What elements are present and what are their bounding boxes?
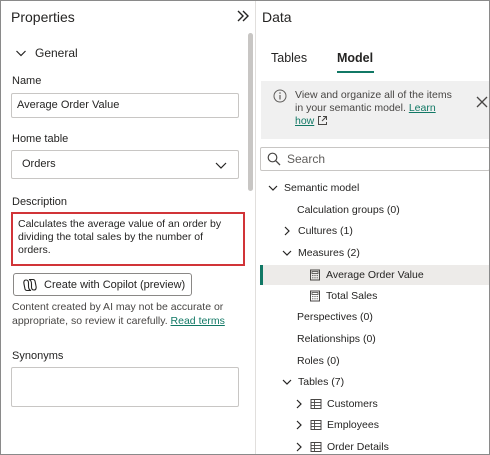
properties-pane: Properties General Name Average Order Va… xyxy=(1,1,256,454)
tree-label: Cultures (1) xyxy=(298,225,353,237)
home-table-dropdown[interactable]: Orders xyxy=(11,150,239,179)
general-section-label: General xyxy=(35,46,78,60)
home-table-value: Orders xyxy=(22,158,56,170)
tree-label: Order Details xyxy=(327,441,389,453)
tab-model[interactable]: Model xyxy=(337,51,373,65)
tree-node-table-customers[interactable]: Customers xyxy=(293,394,378,414)
tree-label: Average Order Value xyxy=(326,269,424,281)
tree-label: Relationships (0) xyxy=(297,333,376,345)
selected-row-indicator xyxy=(260,265,263,285)
table-icon xyxy=(310,420,322,430)
tree-node-measure-average-order-value[interactable]: Average Order Value xyxy=(261,265,489,285)
tree-node-calculation-groups[interactable]: Calculation groups (0) xyxy=(297,200,400,220)
tree-label: Roles (0) xyxy=(297,355,340,367)
chevron-down-icon xyxy=(268,185,278,191)
synonyms-textarea[interactable] xyxy=(11,367,239,407)
tab-selected-indicator xyxy=(337,71,374,73)
general-section-toggle[interactable]: General xyxy=(15,43,78,63)
app-frame: Properties General Name Average Order Va… xyxy=(0,0,490,455)
chevron-right-icon xyxy=(284,226,290,236)
double-chevron-right-icon xyxy=(237,10,249,22)
chevron-right-icon xyxy=(296,399,302,409)
ai-disclaimer: Content created by AI may not be accurat… xyxy=(12,300,242,328)
close-info-button[interactable] xyxy=(475,95,489,109)
info-icon xyxy=(273,89,287,103)
tree-node-semantic-model[interactable]: Semantic model xyxy=(267,178,359,198)
tree-node-measures[interactable]: Measures (2) xyxy=(281,243,360,263)
chevron-right-icon xyxy=(296,442,302,452)
calculator-icon xyxy=(310,269,320,281)
close-icon xyxy=(476,96,488,108)
tree-node-roles[interactable]: Roles (0) xyxy=(297,351,340,371)
tree-node-perspectives[interactable]: Perspectives (0) xyxy=(297,307,373,327)
tree-label: Customers xyxy=(327,398,378,410)
chevron-down-icon xyxy=(282,250,292,256)
tree-label: Perspectives (0) xyxy=(297,311,373,323)
tree-node-table-employees[interactable]: Employees xyxy=(293,415,379,435)
tree-node-tables[interactable]: Tables (7) xyxy=(281,372,344,392)
info-banner: View and organize all of the items in yo… xyxy=(261,81,489,139)
copilot-button-label: Create with Copilot (preview) xyxy=(44,278,186,291)
external-link-icon xyxy=(318,116,328,125)
tree-node-table-order-details[interactable]: Order Details xyxy=(293,437,389,454)
tree-label: Calculation groups (0) xyxy=(297,204,400,216)
tree-label: Tables (7) xyxy=(298,376,345,388)
scrollbar-thumb[interactable] xyxy=(248,33,253,191)
name-label: Name xyxy=(12,75,42,87)
properties-title: Properties xyxy=(11,9,75,25)
name-input[interactable]: Average Order Value xyxy=(11,93,239,118)
tree-node-relationships[interactable]: Relationships (0) xyxy=(297,329,376,349)
tree-label: Total Sales xyxy=(326,290,378,302)
home-table-label: Home table xyxy=(12,133,69,145)
tree-label: Measures (2) xyxy=(298,247,360,259)
tree-label: Employees xyxy=(327,419,379,431)
tree-node-cultures[interactable]: Cultures (1) xyxy=(281,221,353,241)
copilot-icon xyxy=(23,278,37,291)
chevron-down-icon xyxy=(282,379,292,385)
search-icon xyxy=(267,152,281,166)
tree-node-measure-total-sales[interactable]: Total Sales xyxy=(309,286,377,306)
data-title: Data xyxy=(262,9,292,25)
description-label: Description xyxy=(12,196,68,208)
data-pane: Data Tables Model View and organize all … xyxy=(257,1,489,454)
chevron-right-icon xyxy=(296,420,302,430)
tree-label: Semantic model xyxy=(284,182,360,194)
chevron-down-icon xyxy=(214,158,228,172)
search-placeholder: Search xyxy=(287,152,326,166)
synonyms-label: Synonyms xyxy=(12,350,64,362)
table-icon xyxy=(310,442,322,452)
calculator-icon xyxy=(310,290,320,302)
table-icon xyxy=(310,399,322,409)
tab-tables[interactable]: Tables xyxy=(271,51,307,65)
collapse-pane-button[interactable] xyxy=(235,8,251,26)
description-textarea[interactable]: Calculates the average value of an order… xyxy=(11,212,245,266)
properties-scrollbar[interactable] xyxy=(247,33,254,454)
chevron-down-icon xyxy=(16,50,26,57)
search-input[interactable]: Search xyxy=(260,147,489,171)
info-banner-text: View and organize all of the items in yo… xyxy=(295,89,453,128)
create-with-copilot-button[interactable]: Create with Copilot (preview) xyxy=(13,273,192,296)
read-terms-link[interactable]: Read terms xyxy=(171,315,225,327)
